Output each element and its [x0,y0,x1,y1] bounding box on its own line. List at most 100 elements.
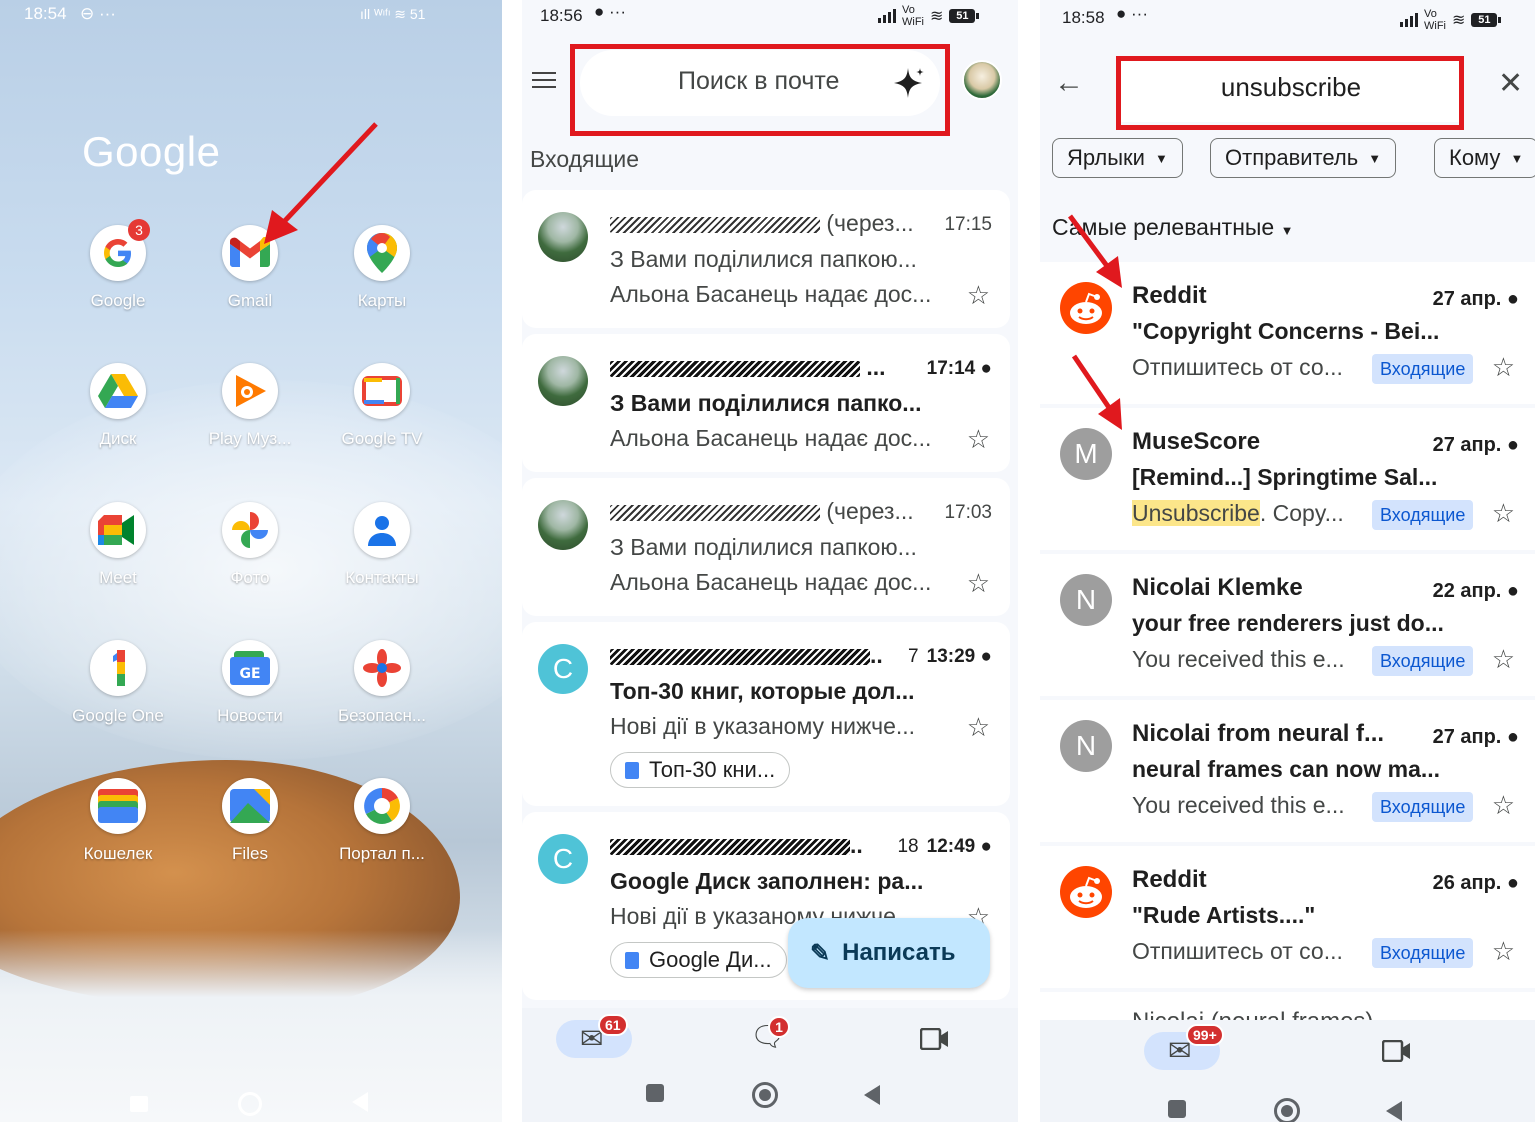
recents-button[interactable] [130,1096,148,1112]
app-portal[interactable]: Портал п... [322,778,442,864]
photos-icon [222,502,278,558]
email-row[interactable]: N Nicolai from neural f... 27 апр. ● neu… [1040,700,1535,842]
dropdown-icon: ▼ [1510,150,1524,166]
star-icon[interactable]: ☆ [967,568,990,599]
app-contacts[interactable]: Контакты [322,502,442,588]
email-subject: "Rude Artists...." [1132,902,1316,928]
inbox-label: Входящие [1372,646,1474,676]
home-button[interactable] [238,1092,262,1116]
star-icon[interactable]: ☆ [967,712,990,743]
battery-icon: 51 [949,9,980,23]
email-sender: .. [610,832,863,859]
email-time: 17:03 [944,502,992,523]
star-icon[interactable]: ☆ [1492,498,1515,529]
svg-text:GE: GE [239,666,260,682]
app-files[interactable]: Files [190,778,310,864]
star-icon[interactable]: ☆ [967,280,990,311]
meet-icon [90,502,146,558]
filter-sender[interactable]: Отправитель ▼ [1210,138,1397,178]
email-row[interactable]: N Nicolai Klemke 22 апр. ● your free ren… [1040,554,1535,696]
portal-icon [354,778,410,834]
back-arrow-icon[interactable]: ← [1054,66,1084,100]
star-icon[interactable]: ☆ [1492,352,1515,383]
star-icon[interactable]: ☆ [1492,790,1515,821]
email-time: 7 13:29 ● [908,646,992,667]
status-icons-right: ıll ᵂᶦᶠᶦ ≋ 51 [360,6,426,22]
annotation-arrow [1071,354,1122,430]
play-music-icon [222,363,278,419]
app-label: Кошелек [83,844,153,863]
inbox-section-title: Входящие [530,146,640,172]
email-sender: Nicolai Klemke [1132,574,1303,601]
home-button[interactable] [1274,1098,1300,1122]
status-icons-right: Vo WiFi ≋ 51 [1400,8,1502,32]
google-one-icon [90,640,146,696]
recents-button[interactable] [646,1084,664,1102]
menu-icon[interactable] [532,72,556,93]
compose-label: Написать [842,939,956,966]
email-date: 27 апр. ● [1432,434,1519,456]
app-label: Play Муз... [208,429,292,448]
email-row[interactable]: (через... 17:15 З Вами поділилися папкою… [522,190,1010,328]
email-row[interactable]: (через... 17:03 З Вами поділилися папкою… [522,478,1010,616]
account-avatar[interactable] [962,60,1002,100]
filter-to[interactable]: Кому ▼ [1434,138,1535,178]
back-button[interactable] [352,1092,368,1112]
email-sender: ... [610,354,886,381]
email-row[interactable]: ... 17:14 ● З Вами поділилися папко... А… [522,334,1010,472]
filter-labels[interactable]: Ярлыки ▼ [1052,138,1183,178]
app-security[interactable]: Безопасн... [322,640,442,726]
status-icons-right: Vo WiFi ≋ 51 [878,4,980,28]
email-row[interactable]: Reddit 26 апр. ● "Rude Artists...." Отпи… [1040,846,1535,988]
app-label: Gmail [227,291,273,310]
doc-icon [625,761,639,779]
app-google-tv[interactable]: Google TV [322,363,442,449]
home-button[interactable] [752,1082,778,1108]
star-icon[interactable]: ☆ [1492,936,1515,967]
app-photos[interactable]: Фото [190,502,310,588]
app-meet[interactable]: Meet [58,502,178,588]
notification-badge: 3 [128,219,150,241]
app-google[interactable]: 3 Google [58,219,178,311]
drive-icon [90,363,146,419]
compose-button[interactable]: ✎ Написать [788,918,990,988]
annotation-arrow [264,122,378,244]
back-button[interactable] [1386,1101,1402,1121]
email-sender: (через... [610,498,914,525]
email-row[interactable]: C .. 7 13:29 ● Топ-30 книг, которые дол..… [522,622,1010,806]
pencil-icon: ✎ [810,939,831,967]
email-date: 27 апр. ● [1432,726,1519,748]
annotation-box [1116,56,1464,130]
google-icon: 3 [90,219,150,281]
recents-button[interactable] [1168,1100,1186,1118]
email-subject: З Вами поділилися папкою... [610,246,917,272]
app-wallet[interactable]: Кошелек [58,778,178,864]
clear-search-icon[interactable]: ✕ [1498,66,1523,101]
attachment-chip[interactable]: Топ-30 кни... [610,752,791,788]
email-sender: Reddit [1132,282,1207,309]
status-icons-left: ⊖ ··· [80,4,116,23]
app-google-one[interactable]: Google One [58,640,178,726]
email-subject: Топ-30 книг, которые дол... [610,678,915,704]
email-snippet: You received this e... [1132,792,1345,818]
wifi-icon: ≋ [930,8,944,25]
app-label: Безопасн... [337,706,426,725]
sender-avatar: M [1060,428,1112,480]
star-icon[interactable]: ☆ [967,424,990,455]
email-time: 18 12:49 ● [897,836,992,857]
app-drive[interactable]: Диск [58,363,178,449]
folder-title: Google [82,128,221,175]
app-label: Карты [357,291,407,310]
attachment-chip[interactable]: Google Ди... [610,942,787,978]
status-time: 18:56 [540,6,583,25]
app-play-music[interactable]: Play Муз... [190,363,310,449]
star-icon[interactable]: ☆ [1492,644,1515,675]
back-button[interactable] [864,1085,880,1105]
app-news[interactable]: GE Новости [190,640,310,726]
video-call-icon[interactable] [1382,1040,1412,1062]
video-call-icon[interactable] [920,1028,950,1050]
inbox-label: Входящие [1372,500,1474,530]
inbox-label: Входящие [1372,354,1474,384]
sender-avatar [538,500,588,550]
vowifi-icon: Vo WiFi [1424,8,1446,32]
